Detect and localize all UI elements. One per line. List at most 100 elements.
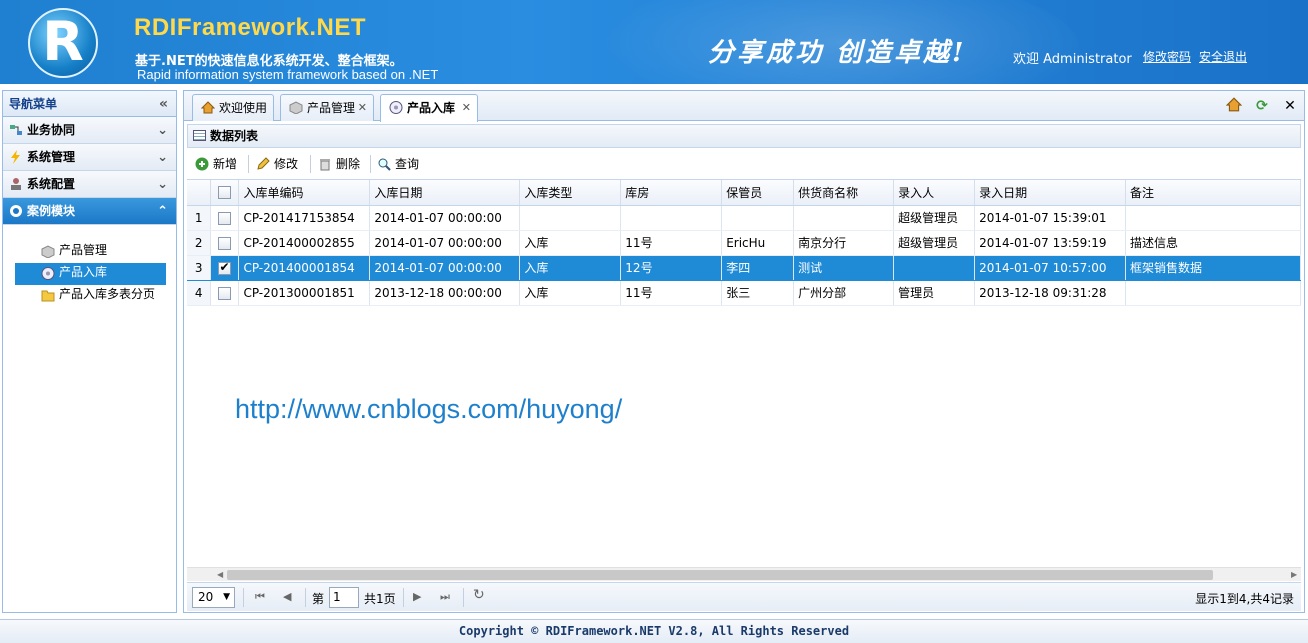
pager-divider <box>305 588 306 607</box>
column-header[interactable]: 保管员 <box>721 180 795 206</box>
accordion-case-module[interactable]: 案例模块 ⌃ <box>3 198 176 225</box>
query-button[interactable]: 查询 <box>377 154 419 174</box>
refresh-icon[interactable]: ⟳ <box>1253 97 1271 115</box>
sidebar: 导航菜单 « 业务协同 ⌄ 系统管理 ⌄ 系统配置 ⌄ 案例模块 ⌃ 产品管理 … <box>2 90 177 613</box>
row-checkbox-cell[interactable] <box>210 280 240 306</box>
tab-welcome[interactable]: 欢迎使用 <box>192 94 274 121</box>
table-row[interactable]: 2 CP-201400002855 2014-01-07 00:00:00 入库… <box>187 230 1301 256</box>
disk-icon <box>389 101 403 114</box>
select-all-header[interactable] <box>210 180 240 206</box>
edit-button[interactable]: 修改 <box>256 154 298 174</box>
list-icon <box>193 130 206 141</box>
table-cell: 南京分行 <box>793 230 895 256</box>
row-checkbox[interactable] <box>218 286 232 300</box>
toolbar-divider <box>248 155 249 173</box>
chevron-down-icon: ⌄ <box>157 177 168 192</box>
table-cell: 李四 <box>721 255 795 281</box>
last-page-icon[interactable]: ⏭ <box>440 588 450 606</box>
table-cell: 框架销售数据 <box>1125 255 1301 281</box>
table-header-row: 入库单编码 入库日期 入库类型 库房 保管员 供货商名称 录入人 录入日期 备注 <box>187 180 1301 206</box>
first-page-icon[interactable]: ⏮ <box>255 588 265 606</box>
tree-item-product-stockin-multitable[interactable]: 产品入库多表分页 <box>15 285 166 307</box>
table-cell: 2014-01-07 10:57:00 <box>974 255 1127 281</box>
column-header[interactable]: 入库日期 <box>369 180 521 206</box>
sidebar-header: 导航菜单 « <box>3 91 176 117</box>
accordion-label: 系统管理 <box>27 150 76 164</box>
trash-icon <box>320 159 330 171</box>
table-cell: 2014-01-07 13:59:19 <box>974 230 1127 256</box>
refresh-icon[interactable]: ↻ <box>473 586 485 604</box>
tab-product-stockin[interactable]: 产品入库 ✕ <box>380 94 478 122</box>
add-label: 新增 <box>213 157 238 171</box>
tree-item-product-stockin[interactable]: 产品入库 <box>15 263 166 285</box>
table-row-selected[interactable]: 3 CP-201400001854 2014-01-07 00:00:00 入库… <box>187 255 1301 281</box>
column-header[interactable]: 入库单编码 <box>238 180 371 206</box>
table-cell: 入库 <box>519 255 622 281</box>
horizontal-scrollbar[interactable]: ◀ ▶ <box>187 567 1301 581</box>
scrollbar-thumb[interactable] <box>227 570 1213 580</box>
table-cell: 2014-01-07 00:00:00 <box>369 205 521 231</box>
lightning-icon <box>11 150 20 164</box>
column-header[interactable]: 入库类型 <box>519 180 622 206</box>
accordion-workflow[interactable]: 业务协同 ⌄ <box>3 117 176 144</box>
table-cell <box>1125 205 1301 231</box>
collapse-sidebar-icon[interactable]: « <box>159 91 168 117</box>
add-button[interactable]: 新增 <box>195 154 237 174</box>
prev-page-icon[interactable]: ◀ <box>283 588 291 606</box>
table-cell: CP-201400002855 <box>238 230 371 256</box>
logout-link[interactable]: 安全退出 <box>1199 48 1247 65</box>
edit-label: 修改 <box>274 157 299 171</box>
close-tab-icon[interactable]: ✕ <box>358 95 367 121</box>
scroll-right-icon[interactable]: ▶ <box>1291 568 1297 582</box>
column-header[interactable]: 录入人 <box>893 180 976 206</box>
table-cell: CP-201300001851 <box>238 280 371 306</box>
column-header[interactable]: 供货商名称 <box>793 180 895 206</box>
box-icon <box>289 101 303 114</box>
close-tab-icon[interactable]: ✕ <box>462 95 471 121</box>
chevron-down-icon: ⌄ <box>157 150 168 165</box>
pager-divider <box>463 588 464 607</box>
slogan: 分享成功 创造卓越! <box>708 38 967 68</box>
accordion-system-config[interactable]: 系统配置 ⌄ <box>3 171 176 198</box>
table-cell <box>620 205 723 231</box>
tab-product-management[interactable]: 产品管理 ✕ <box>280 94 374 121</box>
column-header[interactable]: 备注 <box>1125 180 1301 206</box>
row-checkbox-cell[interactable] <box>210 230 240 256</box>
tree-item-product-management[interactable]: 产品管理 <box>15 241 166 263</box>
select-all-checkbox[interactable] <box>218 186 232 200</box>
query-label: 查询 <box>395 157 420 171</box>
accordion-system-admin[interactable]: 系统管理 ⌄ <box>3 144 176 171</box>
tab-label: 产品管理 <box>307 101 356 115</box>
scroll-left-icon[interactable]: ◀ <box>217 568 223 582</box>
home-icon <box>201 101 215 114</box>
table-cell: 入库 <box>519 230 622 256</box>
welcome-text: 欢迎 Administrator <box>1013 52 1132 67</box>
table-cell: 12号 <box>620 255 723 281</box>
table-cell: 测试 <box>793 255 895 281</box>
table-cell: 2013-12-18 09:31:28 <box>974 280 1127 306</box>
change-password-link[interactable]: 修改密码 <box>1143 48 1191 65</box>
next-page-icon[interactable]: ▶ <box>413 588 421 606</box>
row-checkbox[interactable] <box>218 236 232 250</box>
row-checkbox-cell[interactable] <box>210 205 240 231</box>
table-row[interactable]: 1 CP-201417153854 2014-01-07 00:00:00 超级… <box>187 205 1301 231</box>
home-icon[interactable] <box>1225 97 1243 115</box>
page-size-select[interactable]: 20 ▼ <box>192 587 235 608</box>
table-cell: CP-201400001854 <box>238 255 371 281</box>
delete-button[interactable]: 删除 <box>318 154 360 174</box>
table-cell: 广州分部 <box>793 280 895 306</box>
column-header[interactable]: 库房 <box>620 180 723 206</box>
row-checkbox-cell[interactable] <box>210 255 240 281</box>
workflow-icon <box>10 125 22 135</box>
row-checkbox[interactable] <box>218 211 232 225</box>
page-number-input[interactable]: 1 <box>329 587 359 608</box>
close-icon[interactable]: ✕ <box>1281 97 1299 115</box>
app-title: RDIFramework.NET <box>134 14 367 41</box>
table-cell: CP-201417153854 <box>238 205 371 231</box>
record-info: 显示1到4,共4记录 <box>1195 592 1294 606</box>
table-row[interactable]: 4 CP-201300001851 2013-12-18 00:00:00 入库… <box>187 280 1301 306</box>
tab-label: 欢迎使用 <box>219 101 268 115</box>
table-cell: 超级管理员 <box>893 230 976 256</box>
column-header[interactable]: 录入日期 <box>974 180 1127 206</box>
row-checkbox-checked[interactable] <box>218 260 232 275</box>
